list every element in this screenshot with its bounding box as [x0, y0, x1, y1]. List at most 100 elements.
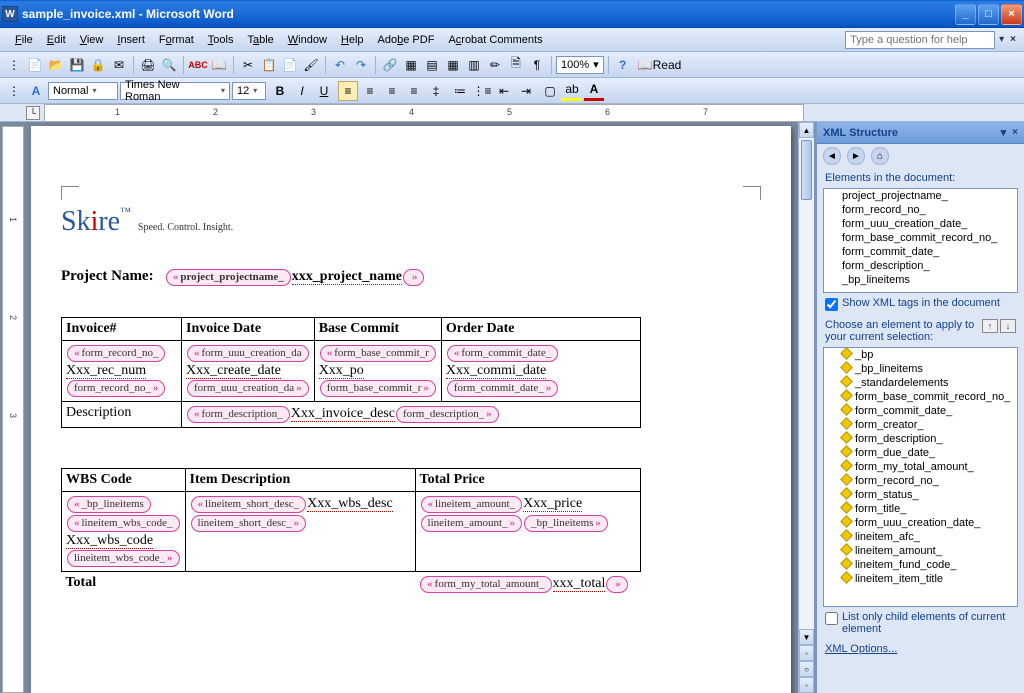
menu-file[interactable]: File [8, 31, 40, 49]
selection-item[interactable]: form_title_ [824, 502, 1017, 516]
bullets-button[interactable]: ⋮≡ [472, 81, 492, 101]
cell-total-price[interactable]: lineitem_amount_Xxx_price lineitem_amoun… [415, 492, 640, 572]
columns-button[interactable]: ▥ [464, 55, 484, 75]
cell-order-date[interactable]: form_commit_date_Xxx_commi_dateform_comm… [441, 341, 640, 402]
align-center-button[interactable]: ≡ [360, 81, 380, 101]
xml-tag[interactable]: form_description_ [396, 406, 499, 423]
format-painter-button[interactable]: 🖌 [301, 55, 321, 75]
document-page[interactable]: Skire™ Speed. Control. Insight. Project … [31, 126, 791, 693]
help-search-input[interactable] [845, 31, 995, 49]
vertical-ruler[interactable]: 1 2 3 [2, 126, 24, 693]
style-combo[interactable]: Normal▾ [48, 82, 118, 100]
element-item[interactable]: project_projectname_ [824, 189, 1017, 203]
xml-tag[interactable] [606, 576, 628, 593]
copy-button[interactable]: 📋 [259, 55, 279, 75]
xml-tag[interactable]: form_record_no_ [67, 380, 165, 397]
xml-options-link[interactable]: XML Options... [817, 639, 1024, 659]
size-combo[interactable]: 12▾ [232, 82, 266, 100]
element-item[interactable]: form_record_no_ [824, 203, 1017, 217]
menu-adobe-pdf[interactable]: Adobe PDF [371, 31, 442, 49]
move-down-button[interactable]: ↓ [1000, 319, 1016, 333]
vertical-scrollbar[interactable]: ▲ ▼ ◦ ○ ◦ [798, 122, 814, 693]
cut-button[interactable]: ✂ [238, 55, 258, 75]
menu-acrobat-comments[interactable]: Acrobat Comments [441, 31, 549, 49]
minimize-button[interactable]: _ [955, 4, 976, 25]
research-button[interactable]: 📖 [209, 55, 229, 75]
home-button[interactable]: ⌂ [871, 147, 889, 165]
selection-item[interactable]: form_due_date_ [824, 446, 1017, 460]
borders-button[interactable]: ▢ [540, 81, 560, 101]
help-button[interactable]: ? [613, 55, 633, 75]
underline-button[interactable]: U [314, 81, 334, 101]
xml-tag[interactable]: form_base_commit_r [320, 380, 436, 397]
xml-tag-projectname-close[interactable] [403, 269, 425, 286]
insert-table-button[interactable]: ▤ [422, 55, 442, 75]
menu-edit[interactable]: Edit [40, 31, 73, 49]
font-combo[interactable]: Times New Roman▾ [120, 82, 230, 100]
cell-base-commit[interactable]: form_base_commit_r Xxx_po form_base_comm… [314, 341, 441, 402]
next-page-button[interactable]: ◦ [799, 677, 814, 693]
numbering-button[interactable]: ≔ [450, 81, 470, 101]
xml-tag[interactable]: form_commit_date_ [447, 380, 558, 397]
maximize-button[interactable]: □ [978, 4, 999, 25]
cell-grand-total[interactable]: form_my_total_amount_xxx_total [415, 572, 640, 598]
cell-invoice-date[interactable]: form_uuu_creation_da Xxx_create_date for… [182, 341, 315, 402]
project-name-value[interactable]: xxx_project_name [292, 269, 402, 285]
save-button[interactable]: 💾 [67, 55, 87, 75]
print-preview-button[interactable]: 🔍 [159, 55, 179, 75]
ruler-scale[interactable]: 1 2 3 4 5 6 7 [44, 104, 804, 122]
xml-tag[interactable]: lineitem_wbs_code_ [67, 550, 180, 567]
selection-item[interactable]: form_base_commit_record_no_ [824, 390, 1017, 404]
selection-item[interactable]: lineitem_item_title [824, 572, 1017, 586]
show-tags-checkbox[interactable]: Show XML tags in the document [817, 293, 1024, 315]
back-button[interactable]: ◄ [823, 147, 841, 165]
doc-map-button[interactable]: 🗎 [506, 55, 526, 75]
open-button[interactable]: 📂 [46, 55, 66, 75]
justify-button[interactable]: ≡ [404, 81, 424, 101]
help-dropdown-icon[interactable]: ▾ [999, 34, 1004, 45]
xml-tag[interactable]: form_base_commit_r [320, 345, 436, 362]
menu-format[interactable]: Format [152, 31, 201, 49]
horizontal-ruler[interactable]: └ 1 2 3 4 5 6 7 [0, 104, 1024, 122]
menu-tools[interactable]: Tools [201, 31, 241, 49]
prev-page-button[interactable]: ◦ [799, 645, 814, 661]
xml-tag[interactable]: form_commit_date_ [447, 345, 558, 362]
move-up-button[interactable]: ↑ [982, 319, 998, 333]
xml-tag-projectname-open[interactable]: project_projectname_ [166, 269, 291, 286]
element-item[interactable]: form_base_commit_record_no_ [824, 231, 1017, 245]
redo-button[interactable]: ↷ [351, 55, 371, 75]
menu-help[interactable]: Help [334, 31, 371, 49]
undo-button[interactable]: ↶ [330, 55, 350, 75]
xml-tag[interactable]: form_uuu_creation_da [187, 345, 309, 362]
forward-button[interactable]: ► [847, 147, 865, 165]
print-button[interactable]: 🖨 [138, 55, 158, 75]
align-right-button[interactable]: ≡ [382, 81, 402, 101]
selection-item[interactable]: _bp [824, 348, 1017, 362]
align-left-button[interactable]: ≡ [338, 81, 358, 101]
selection-item[interactable]: form_description_ [824, 432, 1017, 446]
element-item[interactable]: form_commit_date_ [824, 245, 1017, 259]
tab-selector[interactable]: └ [26, 106, 40, 120]
selection-item[interactable]: lineitem_fund_code_ [824, 558, 1017, 572]
menu-table[interactable]: Table [240, 31, 280, 49]
selection-item[interactable]: form_my_total_amount_ [824, 460, 1017, 474]
line-spacing-button[interactable]: ‡ [426, 81, 446, 101]
scroll-down-button[interactable]: ▼ [799, 629, 814, 645]
read-button[interactable]: 📖 Read [634, 55, 686, 75]
list-only-input[interactable] [825, 612, 838, 625]
decrease-indent-button[interactable]: ⇤ [494, 81, 514, 101]
selection-item[interactable]: form_status_ [824, 488, 1017, 502]
paste-button[interactable]: 📄 [280, 55, 300, 75]
xml-tag[interactable]: lineitem_short_desc_ [191, 515, 307, 532]
xml-tag[interactable]: lineitem_amount_ [421, 496, 523, 513]
zoom-combo[interactable]: 100%▾ [556, 56, 604, 74]
xml-tag[interactable]: lineitem_wbs_code_ [67, 515, 180, 532]
selection-item[interactable]: form_uuu_creation_date_ [824, 516, 1017, 530]
selection-item[interactable]: lineitem_afc_ [824, 530, 1017, 544]
scroll-up-button[interactable]: ▲ [799, 122, 814, 138]
element-item[interactable]: form_description_ [824, 259, 1017, 273]
selection-item[interactable]: form_record_no_ [824, 474, 1017, 488]
tables-borders-button[interactable]: ▦ [401, 55, 421, 75]
taskpane-close-button[interactable]: × [1012, 127, 1018, 138]
hyperlink-button[interactable]: 🔗 [380, 55, 400, 75]
